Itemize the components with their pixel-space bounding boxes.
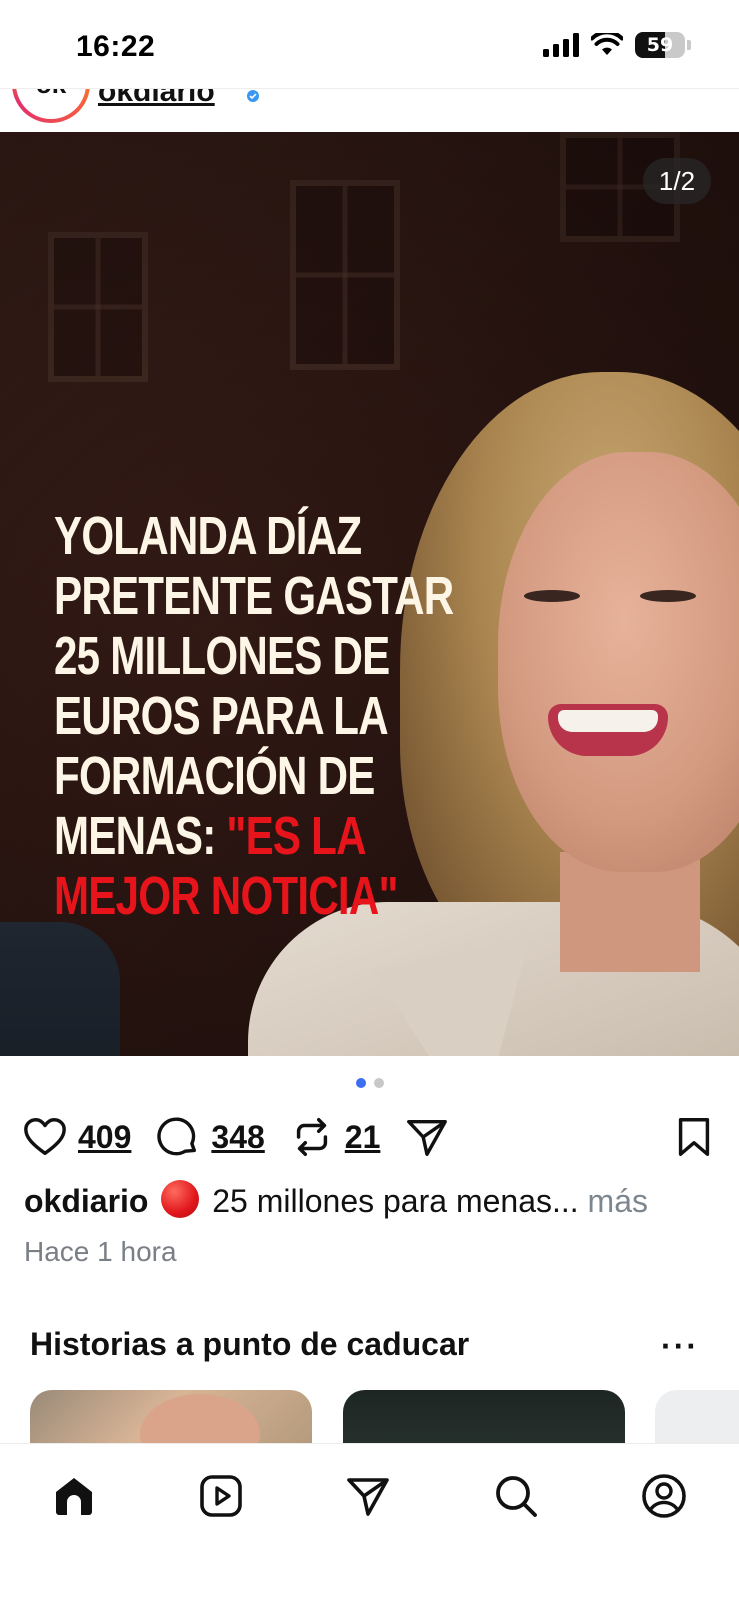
more-options-button[interactable]: ··· (661, 1328, 699, 1365)
woman-face (498, 452, 739, 872)
profile-icon[interactable] (640, 1472, 688, 1520)
woman-mouth (548, 704, 668, 756)
verified-badge-icon (247, 90, 259, 102)
story-thumbnail[interactable] (30, 1390, 312, 1450)
bottom-navigation (0, 1443, 739, 1600)
share-action[interactable] (404, 1114, 450, 1160)
status-time: 16:22 (76, 30, 156, 63)
heart-icon[interactable] (22, 1114, 68, 1160)
like-action[interactable]: 409 (22, 1114, 131, 1160)
headline-line-red: MEJOR NOTICIA" (54, 866, 398, 926)
story-thumbnail[interactable] (343, 1390, 625, 1450)
comment-icon[interactable] (155, 1114, 201, 1160)
caption-text: 25 millones para menas... (203, 1183, 579, 1219)
post-image[interactable]: YOLANDA DÍAZ PRETENTE GASTAR 25 MILLONES… (0, 132, 739, 1056)
comment-action[interactable]: 348 (155, 1114, 265, 1160)
nav-search[interactable] (488, 1468, 544, 1524)
story-thumbnail[interactable] (655, 1390, 739, 1450)
repost-icon[interactable] (289, 1114, 335, 1160)
carousel-dots (0, 1078, 739, 1088)
home-icon[interactable] (50, 1472, 98, 1520)
carousel-dot-active[interactable] (355, 1078, 366, 1088)
post-actions: 409 348 21 (22, 1110, 717, 1164)
headline-line: PRETENTE GASTAR (54, 566, 454, 626)
repost-count[interactable]: 21 (345, 1119, 381, 1156)
post-caption[interactable]: okdiario 25 millones para menas... más (24, 1180, 724, 1220)
red-circle-icon (161, 1180, 200, 1218)
signal-icon (543, 33, 579, 57)
status-bar: 16:22 59 (0, 0, 739, 88)
headline-line-mixed: MENAS: "ES LA (54, 806, 382, 866)
comment-count[interactable]: 348 (211, 1119, 264, 1156)
headline-line: FORMACIÓN DE (54, 746, 375, 806)
nav-messages[interactable] (340, 1468, 396, 1524)
send-icon[interactable] (404, 1114, 450, 1160)
battery-indicator: 59 (635, 32, 685, 58)
nav-reels[interactable] (193, 1468, 249, 1524)
background-person (0, 922, 120, 1056)
repost-action[interactable]: 21 (289, 1114, 381, 1160)
image-headline: YOLANDA DÍAZ PRETENTE GASTAR 25 MILLONES… (54, 506, 454, 926)
post-time-ago: Hace 1 hora (24, 1236, 177, 1267)
search-icon[interactable] (492, 1472, 540, 1520)
post-header: ok okdiario (0, 88, 739, 132)
nav-profile[interactable] (636, 1468, 692, 1524)
headline-segment-white: MENAS: (54, 806, 227, 866)
headline-line: 25 MILLONES DE (54, 626, 390, 686)
woman-eye (640, 590, 696, 602)
carousel-dot[interactable] (373, 1078, 384, 1088)
stories-section-title: Historias a punto de caducar (30, 1326, 470, 1362)
headline-segment-red: "ES LA (226, 806, 366, 866)
nav-home[interactable] (46, 1468, 102, 1524)
status-icons: 59 (543, 32, 691, 58)
wifi-icon (591, 33, 623, 55)
account-name[interactable]: okdiario (98, 89, 215, 109)
woman-teeth (558, 710, 658, 732)
avatar-text: ok (16, 89, 86, 119)
bookmark-icon[interactable] (671, 1114, 717, 1160)
like-count[interactable]: 409 (78, 1119, 131, 1156)
woman-eye (524, 590, 580, 602)
battery-percent: 59 (646, 34, 674, 56)
battery-nub (687, 40, 691, 50)
caption-more-link[interactable]: más (579, 1183, 648, 1219)
page-counter: 1/2 (643, 158, 711, 204)
headline-line: EUROS PARA LA (54, 686, 389, 746)
send-icon[interactable] (344, 1472, 392, 1520)
avatar[interactable]: ok (12, 89, 90, 123)
story-face (140, 1394, 260, 1450)
reels-icon[interactable] (197, 1472, 245, 1520)
caption-username[interactable]: okdiario (24, 1183, 148, 1219)
headline-line: YOLANDA DÍAZ (54, 506, 362, 566)
